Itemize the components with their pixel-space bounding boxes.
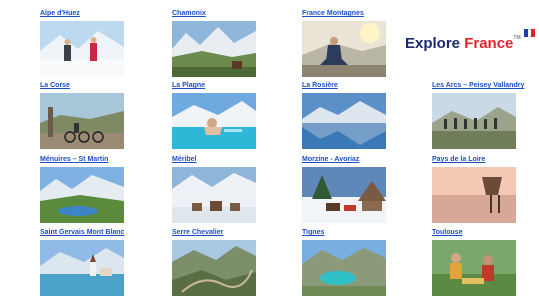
logo-text-explore: Explore: [405, 35, 465, 52]
destination-image[interactable]: [172, 93, 256, 149]
explore-france-logo: Explore FranceTM: [405, 35, 521, 52]
destination-image[interactable]: [302, 167, 386, 223]
destination-link-les-arcs[interactable]: Les Arcs – Peisey Vallandry: [432, 81, 528, 91]
destination-image[interactable]: [302, 21, 386, 77]
destination-link-la-plagne[interactable]: La Plagne: [172, 81, 268, 91]
destination-tile: Tignes: [302, 228, 398, 296]
destination-link-morzine[interactable]: Morzine - Avoriaz: [302, 155, 398, 165]
destination-image[interactable]: [432, 93, 516, 149]
destination-link-tignes[interactable]: Tignes: [302, 228, 398, 238]
logo-text-france: France: [464, 35, 514, 52]
destination-tile: Saint Gervais Mont Blanc: [40, 228, 136, 296]
destination-image[interactable]: [40, 21, 124, 77]
destination-tile: Pays de la Loire: [432, 155, 528, 223]
destination-link-toulouse[interactable]: Toulouse: [432, 228, 528, 238]
destination-link-chamonix[interactable]: Chamonix: [172, 9, 268, 19]
destination-tile: France Montagnes: [302, 9, 398, 77]
destination-link-alpe-dhuez[interactable]: Alpe d'Huez: [40, 9, 136, 19]
destination-tile: La Corse: [40, 81, 136, 149]
destination-image[interactable]: [40, 93, 124, 149]
destination-tile: La Plagne: [172, 81, 268, 149]
destination-link-saint-gervais[interactable]: Saint Gervais Mont Blanc: [40, 228, 136, 238]
destination-link-menuires[interactable]: Ménuires – St Martin: [40, 155, 136, 165]
destination-tile: La Rosière: [302, 81, 398, 149]
destination-image[interactable]: [172, 167, 256, 223]
destination-image[interactable]: [432, 167, 516, 223]
destination-link-france-montagnes[interactable]: France Montagnes: [302, 9, 398, 19]
destination-image[interactable]: [40, 167, 124, 223]
destination-link-meribel[interactable]: Méribel: [172, 155, 268, 165]
destination-link-pays-de-la-loire[interactable]: Pays de la Loire: [432, 155, 528, 165]
destination-tile: Toulouse: [432, 228, 528, 296]
destination-image[interactable]: [172, 240, 256, 296]
destination-tile: Chamonix: [172, 9, 268, 77]
destination-image[interactable]: [172, 21, 256, 77]
destination-tile: Ménuires – St Martin: [40, 155, 136, 223]
destination-image[interactable]: [40, 240, 124, 296]
french-flag-icon: [524, 29, 536, 37]
destination-link-la-rosiere[interactable]: La Rosière: [302, 81, 398, 91]
destination-link-la-corse[interactable]: La Corse: [40, 81, 136, 91]
logo-trademark: TM: [513, 35, 521, 41]
destination-image[interactable]: [302, 240, 386, 296]
destination-image[interactable]: [302, 93, 386, 149]
destination-tile: Alpe d'Huez: [40, 9, 136, 77]
destination-link-serre-chevalier[interactable]: Serre Chevalier: [172, 228, 268, 238]
destination-tile: Morzine - Avoriaz: [302, 155, 398, 223]
destination-tile: Serre Chevalier: [172, 228, 268, 296]
destination-tile: Méribel: [172, 155, 268, 223]
destination-image[interactable]: [432, 240, 516, 296]
destination-tile: Les Arcs – Peisey Vallandry: [432, 81, 528, 149]
